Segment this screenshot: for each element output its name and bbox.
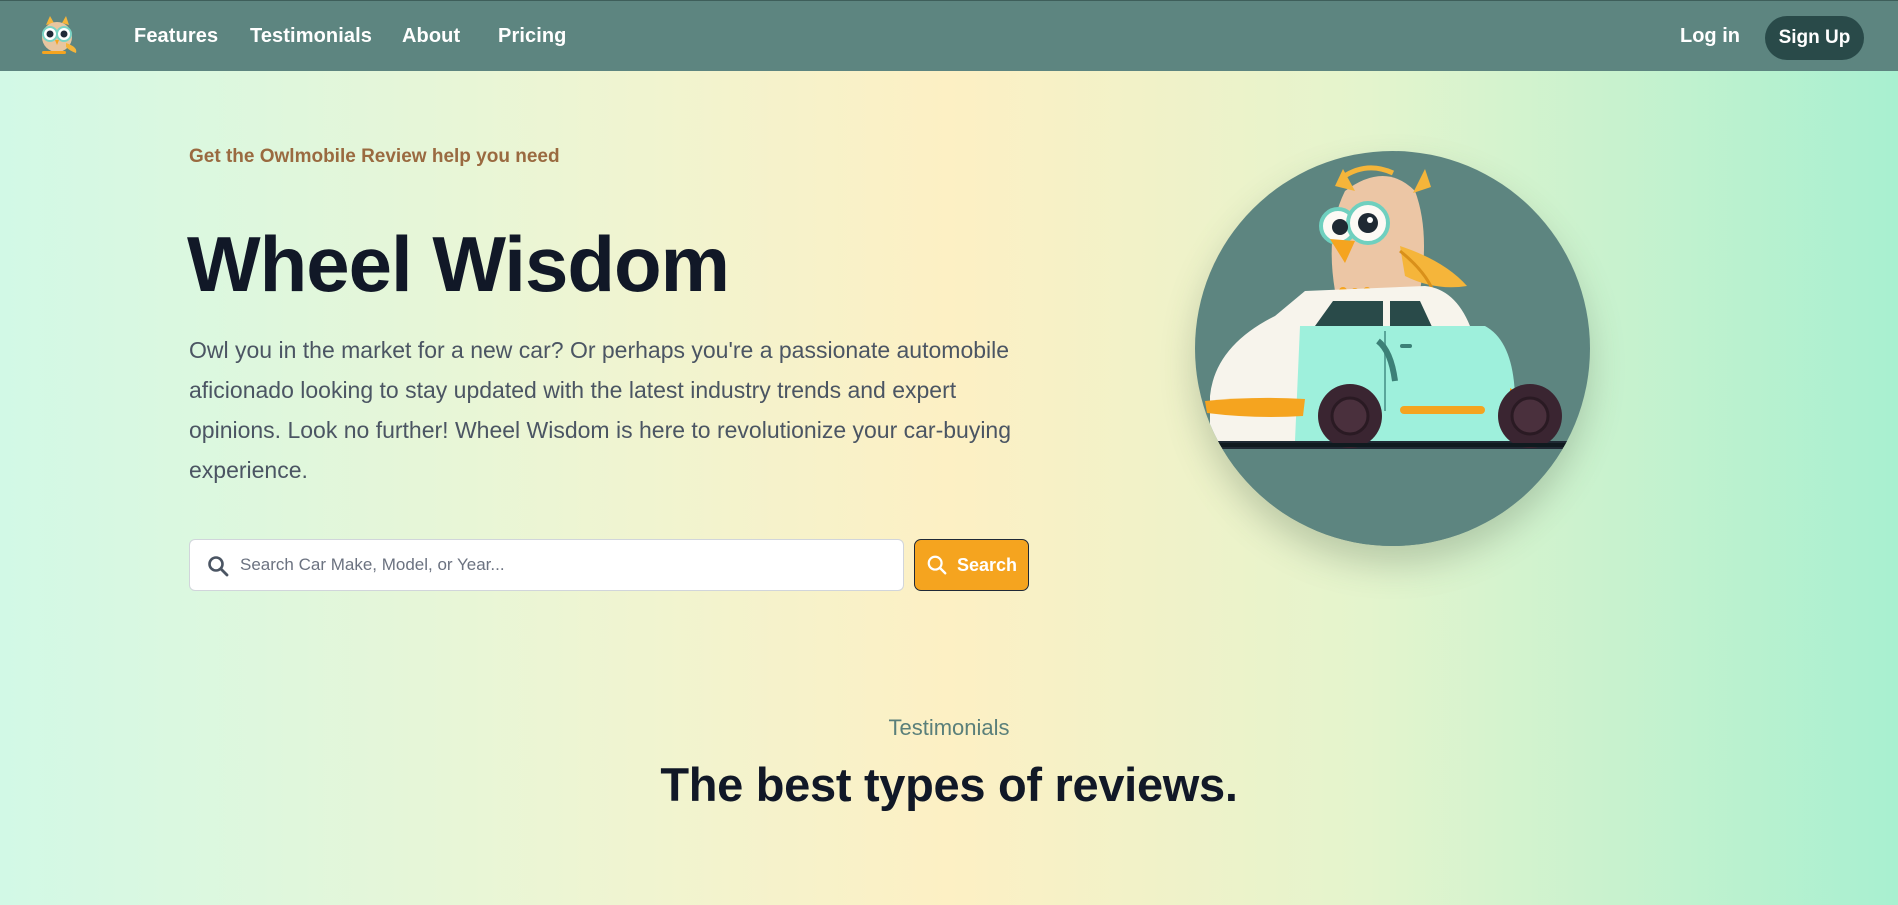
hero-title: Wheel Wisdom xyxy=(187,220,730,308)
nav-link-pricing[interactable]: Pricing xyxy=(498,25,567,48)
search-input[interactable] xyxy=(240,540,890,590)
owl-logo-icon[interactable] xyxy=(32,13,82,57)
testimonials-title: The best types of reviews. xyxy=(660,758,1238,811)
login-link[interactable]: Log in xyxy=(1680,25,1740,48)
signup-button[interactable]: Sign Up xyxy=(1765,16,1864,60)
nav-link-features[interactable]: Features xyxy=(134,25,218,48)
search-box xyxy=(189,539,904,591)
top-nav: Features Testimonials About Pricing Log … xyxy=(0,0,1898,71)
hero-eyebrow: Get the Owlmobile Review help you need xyxy=(189,146,560,167)
testimonials-label: Testimonials xyxy=(888,715,1010,740)
owl-car-image xyxy=(1195,165,1590,546)
owl-on-car-illustration xyxy=(1195,151,1590,546)
nav-link-about[interactable]: About xyxy=(402,25,460,48)
nav-link-testimonials[interactable]: Testimonials xyxy=(250,25,372,48)
search-button-label: Search xyxy=(956,554,1018,575)
search-button[interactable]: Search xyxy=(914,539,1029,591)
hero-description: Owl you in the market for a new car? Or … xyxy=(189,337,1012,483)
search-icon xyxy=(927,555,947,575)
search-icon xyxy=(208,556,229,577)
